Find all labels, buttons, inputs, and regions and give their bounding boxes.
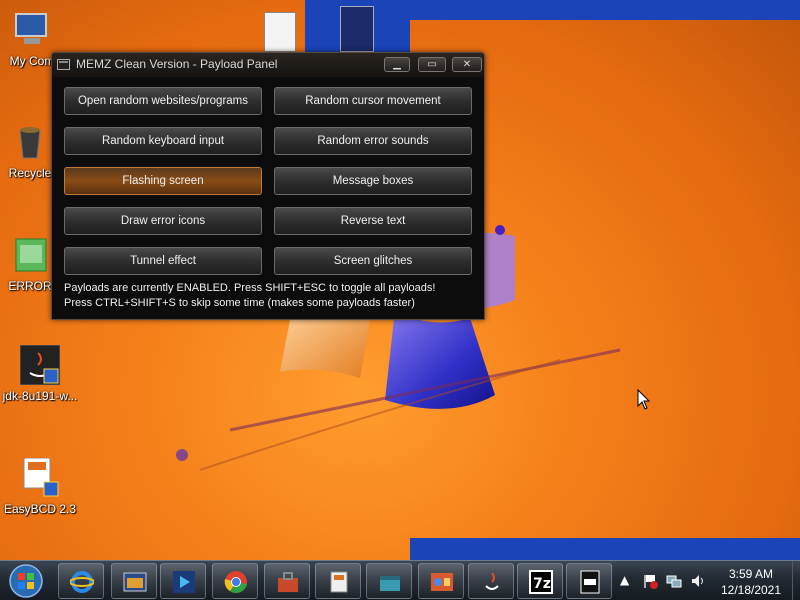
desktop-book-icon[interactable] xyxy=(340,6,374,52)
payload-button-keyboard-input[interactable]: Random keyboard input xyxy=(64,127,262,155)
taskbar-system-file[interactable] xyxy=(566,563,612,599)
desktop-file-icon[interactable] xyxy=(264,12,296,52)
7zip-icon: 7z xyxy=(529,570,553,594)
desktop[interactable]: My Com Recycle ERROR jdk-8u191-w... Easy… xyxy=(0,0,800,560)
show-desktop-button[interactable] xyxy=(792,561,800,600)
title-bar[interactable]: MEMZ Clean Version - Payload Panel ▁ ▭ ✕ xyxy=(52,53,484,77)
status-text-skip: Press CTRL+SHIFT+S to skip some time (ma… xyxy=(64,297,415,309)
payload-button-open-websites[interactable]: Open random websites/programs xyxy=(64,87,262,115)
installer-icon xyxy=(330,571,348,593)
chrome-icon xyxy=(224,571,247,593)
payload-button-screen-glitches[interactable]: Screen glitches xyxy=(274,247,472,275)
taskbar-java[interactable] xyxy=(468,563,514,599)
clock-date[interactable]: 12/18/2021 xyxy=(712,583,790,597)
control-panel-icon xyxy=(431,573,453,591)
maximize-button[interactable]: ▭ xyxy=(418,57,446,72)
payload-button-message-boxes[interactable]: Message boxes xyxy=(274,167,472,195)
toolbox-2-icon xyxy=(380,576,400,591)
show-hidden-icons-icon[interactable]: ▲ xyxy=(620,573,636,589)
status-text-enabled: Payloads are currently ENABLED. Press SH… xyxy=(64,282,436,294)
payload-button-error-icons[interactable]: Draw error icons xyxy=(64,207,262,235)
easybcd-icon xyxy=(20,457,60,498)
taskbar-chrome[interactable] xyxy=(212,563,258,599)
system-file-icon xyxy=(580,570,600,594)
desktop-icon-label: EasyBCD 2.3 xyxy=(3,502,77,516)
taskbar-control-panel[interactable] xyxy=(418,563,464,599)
taskbar-internet-explorer[interactable] xyxy=(58,563,104,599)
desktop-icon-jdk[interactable]: jdk-8u191-w... xyxy=(0,344,80,403)
windows-orb-icon xyxy=(9,564,43,598)
minimize-icon: ▁ xyxy=(393,59,401,70)
close-button[interactable]: ✕ xyxy=(452,57,482,72)
computer-icon xyxy=(12,10,52,50)
clock-time[interactable]: 3:59 AM xyxy=(712,567,790,581)
java-icon xyxy=(485,572,499,590)
taskbar-toolbox-2[interactable] xyxy=(366,563,412,599)
taskbar-explorer[interactable] xyxy=(111,563,157,599)
minimize-button[interactable]: ▁ xyxy=(384,57,410,72)
window-app-icon xyxy=(57,59,70,70)
network-icon[interactable] xyxy=(666,573,682,589)
start-button[interactable] xyxy=(6,563,46,599)
volume-icon[interactable] xyxy=(690,573,706,589)
java-installer-icon xyxy=(19,344,61,386)
close-icon: ✕ xyxy=(462,59,472,70)
taskbar: 7z ▲ 3:59 AM 12/18/2021 xyxy=(0,560,800,600)
file-explorer-icon xyxy=(123,572,147,592)
maximize-icon: ▭ xyxy=(427,59,437,70)
toolbox-icon xyxy=(278,572,298,592)
mouse-cursor-icon xyxy=(637,389,651,410)
payload-button-cursor-movement[interactable]: Random cursor movement xyxy=(274,87,472,115)
payload-button-reverse-text[interactable]: Reverse text xyxy=(274,207,472,235)
taskbar-7zip[interactable]: 7z xyxy=(517,563,563,599)
error-file-icon xyxy=(10,235,50,275)
desktop-icon-easybcd[interactable]: EasyBCD 2.3 xyxy=(0,457,80,516)
recycle-bin-icon xyxy=(10,122,50,162)
taskbar-installer[interactable] xyxy=(315,563,361,599)
taskbar-media-player[interactable] xyxy=(160,563,206,599)
action-center-flag-icon[interactable] xyxy=(642,573,658,589)
media-player-icon xyxy=(173,571,195,593)
payload-panel-window: MEMZ Clean Version - Payload Panel ▁ ▭ ✕… xyxy=(51,52,485,320)
window-title: MEMZ Clean Version - Payload Panel xyxy=(76,57,278,71)
taskbar-toolbox[interactable] xyxy=(264,563,310,599)
payload-button-flashing-screen[interactable]: Flashing screen xyxy=(64,167,262,195)
internet-explorer-icon xyxy=(70,571,94,593)
svg-text:7z: 7z xyxy=(533,576,551,592)
payload-button-tunnel-effect[interactable]: Tunnel effect xyxy=(64,247,262,275)
payload-button-error-sounds[interactable]: Random error sounds xyxy=(274,127,472,155)
desktop-icon-label: jdk-8u191-w... xyxy=(2,389,78,403)
